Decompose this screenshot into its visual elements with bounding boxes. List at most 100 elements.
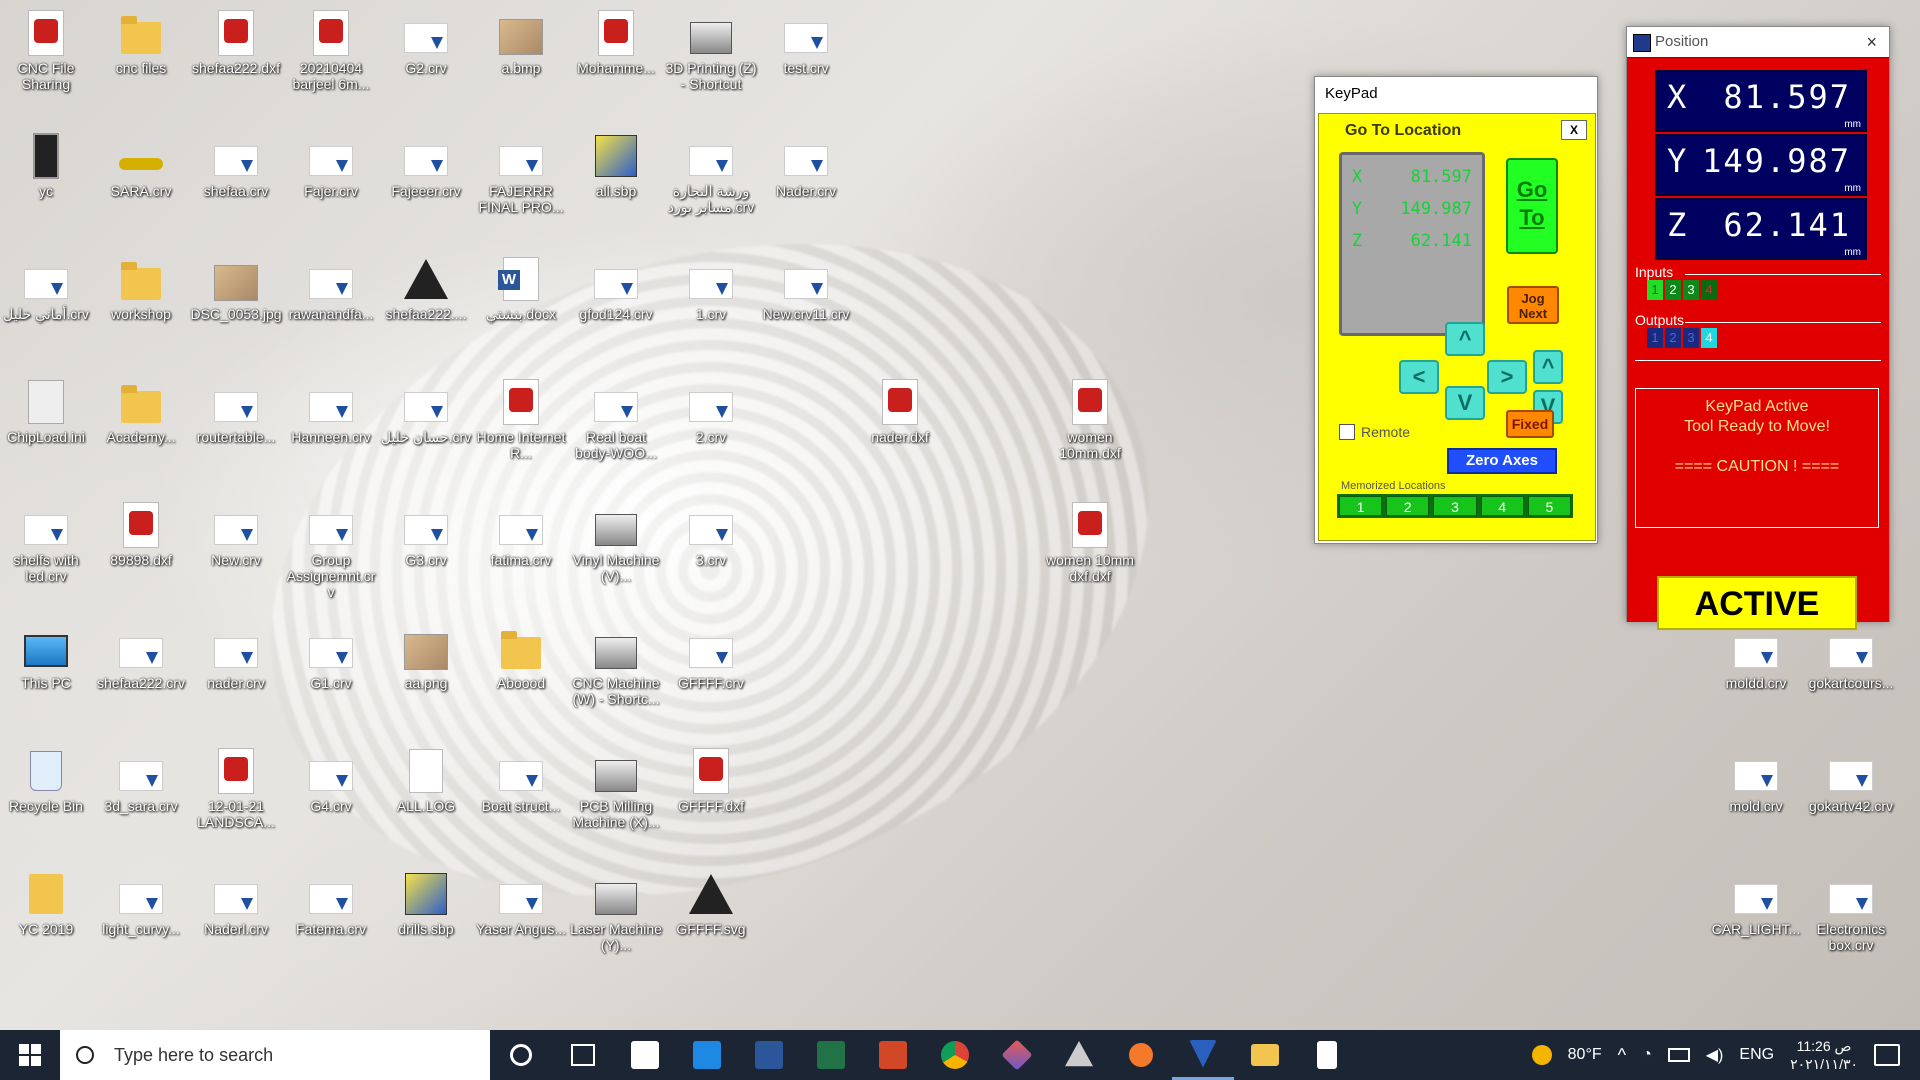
- desktop-icon[interactable]: rawanandfa...: [286, 256, 376, 356]
- taskbar-word[interactable]: [738, 1030, 800, 1080]
- desktop-icon[interactable]: light_curvy...: [96, 871, 186, 971]
- desktop-icon[interactable]: 3d_sara.crv: [96, 748, 186, 848]
- desktop-icon[interactable]: shefaa.crv: [191, 133, 281, 233]
- desktop-icon[interactable]: mold.crv: [1711, 748, 1801, 848]
- desktop-icon[interactable]: nader.dxf: [855, 379, 945, 479]
- taskbar-mail[interactable]: [676, 1030, 738, 1080]
- checkbox-box[interactable]: [1339, 424, 1355, 440]
- desktop-icon[interactable]: Vinyl Machine (V)...: [571, 502, 661, 602]
- close-icon[interactable]: ×: [1866, 27, 1877, 57]
- taskbar-powerpoint[interactable]: [862, 1030, 924, 1080]
- desktop-icon[interactable]: YC 2019: [1, 871, 91, 971]
- desktop-icon[interactable]: ورشة النجارة مسابر بورد.crv: [666, 133, 756, 233]
- desktop-icon[interactable]: Boat struct...: [476, 748, 566, 848]
- desktop-icon[interactable]: New.crv: [191, 502, 281, 602]
- desktop-icon[interactable]: GFFFF.svg: [666, 871, 756, 971]
- desktop-icon[interactable]: women 10mm dxf.dxf: [1045, 502, 1135, 602]
- dro-z[interactable]: Z 62.141 mm: [1655, 198, 1867, 260]
- desktop-icon[interactable]: PCB Milling Machine (X)...: [571, 748, 661, 848]
- desktop-icon[interactable]: CNC File Sharing: [1, 10, 91, 110]
- memory-slot-2[interactable]: 2: [1386, 496, 1430, 516]
- desktop-icon[interactable]: SARA.crv: [96, 133, 186, 233]
- desktop-icon[interactable]: Academy...: [96, 379, 186, 479]
- desktop-icon[interactable]: G4.crv: [286, 748, 376, 848]
- desktop-icon[interactable]: CAR_LIGHT...: [1711, 871, 1801, 971]
- lcd-row-y[interactable]: Y 149.987: [1342, 193, 1482, 225]
- desktop-icon[interactable]: 3D Printing (Z) - Shortcut: [665, 10, 757, 110]
- taskbar-excel[interactable]: [800, 1030, 862, 1080]
- fixed-button[interactable]: Fixed: [1506, 410, 1554, 438]
- desktop-icon[interactable]: This PC: [1, 625, 91, 725]
- desktop-icon[interactable]: Aboood: [476, 625, 566, 725]
- desktop-icon[interactable]: Real boat body-WOO...: [571, 379, 661, 479]
- desktop-icon[interactable]: routertable...: [191, 379, 281, 479]
- weather-temp[interactable]: 80°F: [1568, 1046, 1602, 1064]
- y-plus-arrow-button[interactable]: ^: [1445, 322, 1485, 356]
- desktop-icon[interactable]: DSC_0053.jpg: [190, 256, 282, 356]
- desktop-icon[interactable]: GFFFF.dxf: [666, 748, 756, 848]
- desktop-icon[interactable]: New.crv11.crv: [761, 256, 851, 356]
- keypad-close-button[interactable]: X: [1561, 120, 1587, 140]
- task-view-button[interactable]: [552, 1030, 614, 1080]
- wifi-icon[interactable]: ◔: [1642, 1046, 1652, 1064]
- taskbar-vcarve[interactable]: [1172, 1030, 1234, 1080]
- taskbar-chrome[interactable]: [924, 1030, 986, 1080]
- desktop-icon[interactable]: shelfs with led.crv: [1, 502, 91, 602]
- desktop-icon[interactable]: 1.crv: [666, 256, 756, 356]
- desktop-icon[interactable]: a.bmp: [476, 10, 566, 110]
- lcd-row-z[interactable]: Z 62.141: [1342, 225, 1482, 257]
- desktop-icon[interactable]: gokartcours...: [1806, 625, 1896, 725]
- desktop-icon[interactable]: all.sbp: [571, 133, 661, 233]
- desktop-icon[interactable]: Yaser Angus...: [476, 871, 566, 971]
- desktop-icon[interactable]: Mohamme...: [571, 10, 661, 110]
- memory-slot-4[interactable]: 4: [1480, 496, 1524, 516]
- desktop-icon[interactable]: Fatema.crv: [286, 871, 376, 971]
- dro-x[interactable]: X 81.597 mm: [1655, 70, 1867, 132]
- notifications-icon[interactable]: [1874, 1044, 1900, 1066]
- desktop-icon[interactable]: moldd.crv: [1711, 625, 1801, 725]
- taskbar-file-explorer[interactable]: [1234, 1030, 1296, 1080]
- x-plus-arrow-button[interactable]: >: [1487, 360, 1527, 394]
- desktop-icon[interactable]: gfod124.crv: [571, 256, 661, 356]
- desktop-icon[interactable]: 3.crv: [666, 502, 756, 602]
- y-minus-arrow-button[interactable]: V: [1445, 386, 1485, 420]
- desktop-icon[interactable]: test.crv: [761, 10, 851, 110]
- taskbar-blender[interactable]: [1110, 1030, 1172, 1080]
- weather-sun-icon[interactable]: [1531, 1045, 1552, 1065]
- desktop-icon[interactable]: 89898.dxf: [96, 502, 186, 602]
- desktop-icon[interactable]: Recycle Bin: [1, 748, 91, 848]
- desktop-icon[interactable]: Fajer.crv: [286, 133, 376, 233]
- taskbar-3d-app[interactable]: [986, 1030, 1048, 1080]
- desktop-icon[interactable]: ChipLoad.ini: [1, 379, 91, 479]
- desktop-icon[interactable]: nader.crv: [191, 625, 281, 725]
- dro-y[interactable]: Y 149.987 mm: [1655, 134, 1867, 196]
- desktop-icon[interactable]: Nader.crv: [761, 133, 851, 233]
- desktop-icon[interactable]: shefaa222.crv: [96, 625, 186, 725]
- desktop-icon[interactable]: 12-01-21 LANDSCA...: [191, 748, 281, 848]
- start-button[interactable]: [0, 1030, 60, 1080]
- desktop-icon[interactable]: yc: [1, 133, 91, 233]
- desktop-icon[interactable]: بنشتي.docx: [476, 256, 566, 356]
- active-button[interactable]: ACTIVE: [1657, 576, 1857, 630]
- remote-checkbox[interactable]: Remote: [1339, 424, 1410, 440]
- desktop-icon[interactable]: aa.png: [381, 625, 471, 725]
- desktop-icon[interactable]: 20210404 barjeel 6m...: [286, 10, 376, 110]
- memory-slot-1[interactable]: 1: [1339, 496, 1383, 516]
- desktop-icon[interactable]: Group Assignemnt.crv: [286, 502, 376, 602]
- desktop-icon[interactable]: Hanneen.crv: [286, 379, 376, 479]
- desktop-icon[interactable]: women 10mm.dxf: [1045, 379, 1135, 479]
- language-indicator[interactable]: ENG: [1739, 1046, 1774, 1064]
- go-to-button[interactable]: Go To: [1506, 158, 1558, 254]
- memory-slot-3[interactable]: 3: [1433, 496, 1477, 516]
- taskbar-search[interactable]: Type here to search: [60, 1030, 490, 1080]
- desktop-icon[interactable]: G2.crv: [381, 10, 471, 110]
- chevron-up-icon[interactable]: ^: [1618, 1045, 1626, 1066]
- desktop-icon[interactable]: workshop: [96, 256, 186, 356]
- taskbar-notepad[interactable]: [1296, 1030, 1358, 1080]
- x-minus-arrow-button[interactable]: <: [1399, 360, 1439, 394]
- desktop-icon[interactable]: أماني خليل.crv: [1, 256, 91, 356]
- desktop-icon[interactable]: shefaa222....: [381, 256, 471, 356]
- desktop-icon[interactable]: Laser Machine (Y)...: [570, 871, 662, 971]
- taskbar-inkscape[interactable]: [1048, 1030, 1110, 1080]
- desktop-icon[interactable]: drills.sbp: [381, 871, 471, 971]
